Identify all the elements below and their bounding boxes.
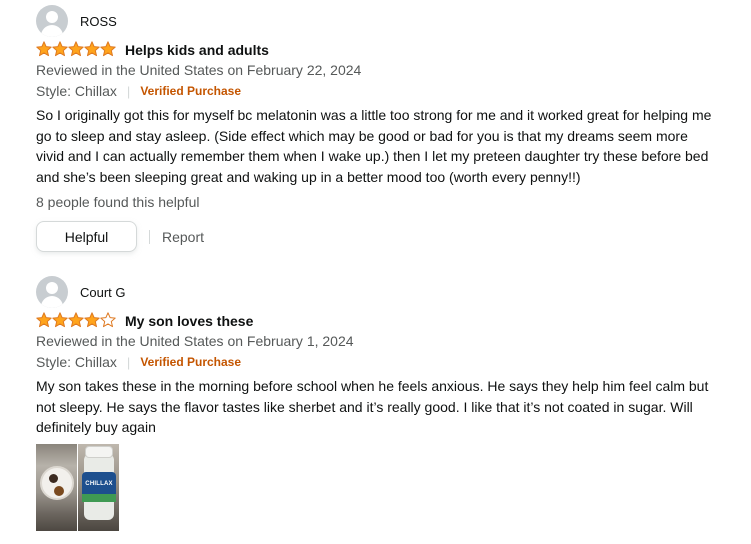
- separator: |: [126, 83, 131, 99]
- style-link[interactable]: Style: Chillax: [36, 83, 117, 99]
- profile-name[interactable]: ROSS: [80, 14, 117, 29]
- separator: |: [126, 354, 131, 370]
- star-icon: [68, 312, 84, 328]
- review-format-strip: Style: Chillax | Verified Purchase: [36, 354, 241, 370]
- verified-purchase-badge: Verified Purchase: [140, 355, 242, 369]
- helpful-count: 8 people found this helpful: [36, 194, 200, 210]
- review-date: Reviewed in the United States on Februar…: [36, 333, 354, 349]
- profile-name[interactable]: Court G: [80, 285, 126, 300]
- style-link[interactable]: Style: Chillax: [36, 354, 117, 370]
- review-title-row: Helps kids and adults: [36, 40, 269, 60]
- star-icon: [100, 41, 116, 57]
- review-image-thumbnail[interactable]: [36, 444, 77, 531]
- star-rating[interactable]: [36, 312, 116, 330]
- helpful-button[interactable]: Helpful: [36, 221, 137, 252]
- reviewer-profile[interactable]: Court G: [36, 276, 126, 308]
- review-body: My son takes these in the morning before…: [36, 378, 709, 435]
- divider: [149, 229, 150, 244]
- star-icon: [36, 312, 52, 328]
- avatar-icon: [36, 276, 68, 308]
- star-icon: [84, 312, 100, 328]
- review-images: CHILLAX: [36, 444, 119, 531]
- review-title-row: My son loves these: [36, 311, 253, 331]
- star-icon: [100, 312, 116, 328]
- review-title[interactable]: My son loves these: [125, 313, 253, 329]
- star-icon: [68, 41, 84, 57]
- star-icon: [36, 41, 52, 57]
- star-icon: [52, 312, 68, 328]
- review-date: Reviewed in the United States on Februar…: [36, 62, 362, 78]
- report-link[interactable]: Report: [162, 229, 204, 245]
- review-actions: Helpful Report: [36, 221, 204, 252]
- review-body: So I originally got this for myself bc m…: [36, 107, 712, 185]
- review-title[interactable]: Helps kids and adults: [125, 42, 269, 58]
- avatar-icon: [36, 5, 68, 37]
- verified-purchase-badge: Verified Purchase: [140, 84, 242, 98]
- star-rating[interactable]: [36, 41, 116, 59]
- jar-label-text: CHILLAX: [85, 481, 113, 487]
- review-format-strip: Style: Chillax | Verified Purchase: [36, 83, 241, 99]
- review-image-thumbnail[interactable]: CHILLAX: [78, 444, 119, 531]
- reviewer-profile[interactable]: ROSS: [36, 5, 117, 37]
- star-icon: [52, 41, 68, 57]
- star-icon: [84, 41, 100, 57]
